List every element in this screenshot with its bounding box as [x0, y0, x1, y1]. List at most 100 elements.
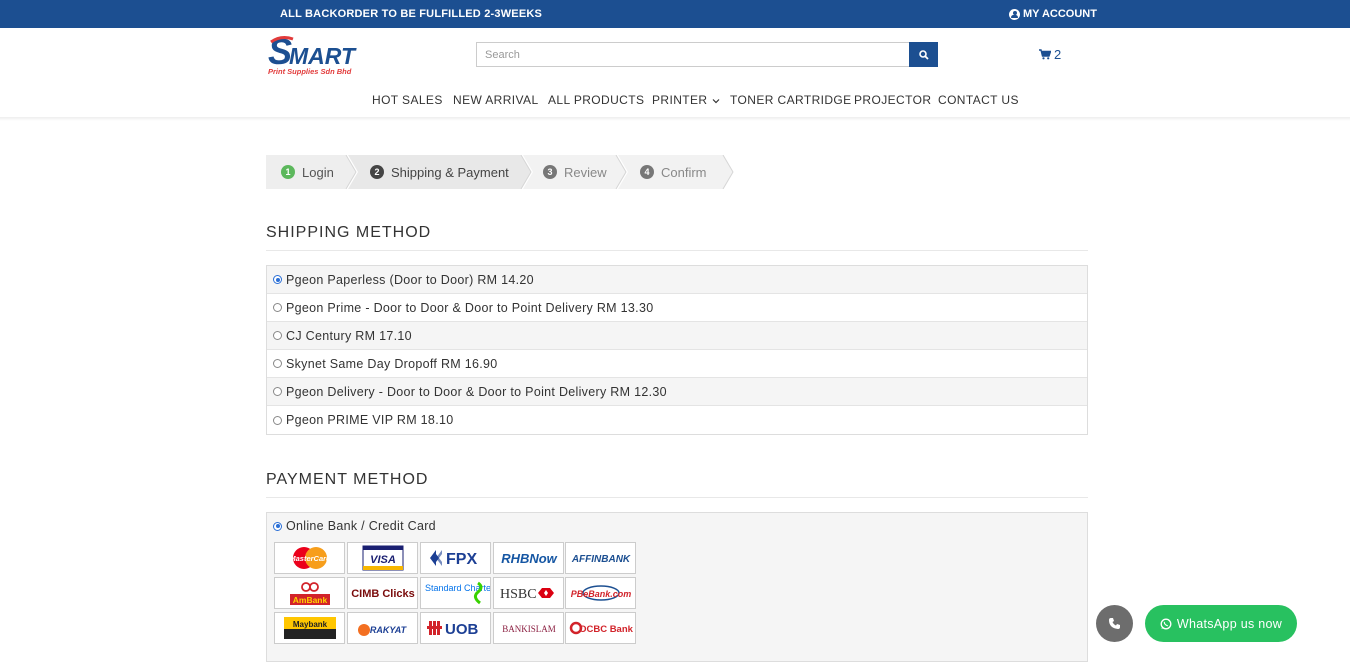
bank-logo-maybank[interactable]: Maybank [274, 612, 345, 644]
svg-text:CIMB Clicks: CIMB Clicks [351, 588, 415, 600]
svg-text:OCBC Bank: OCBC Bank [579, 624, 634, 635]
bank-logo-uob[interactable]: UOB [420, 612, 491, 644]
shipping-option-label: Pgeon Paperless (Door to Door) RM 14.20 [286, 272, 534, 287]
svg-text:MasterCard: MasterCard [290, 554, 330, 563]
shipping-radio[interactable] [273, 275, 282, 284]
main-nav: HOT SALES NEW ARRIVAL ALL PRODUCTS PRINT… [0, 90, 1350, 110]
whatsapp-button[interactable]: WhatsApp us now [1145, 605, 1297, 642]
svg-text:AFFINBANK: AFFINBANK [570, 554, 630, 565]
nav-toner-cartridge[interactable]: TONER CARTRIDGE [730, 93, 852, 107]
svg-text:UOB: UOB [445, 621, 479, 638]
bank-logo-hsbc[interactable]: HSBC [493, 577, 564, 609]
shipping-options: Pgeon Paperless (Door to Door) RM 14.20 … [266, 265, 1088, 435]
shipping-option-label: Pgeon Prime - Door to Door & Door to Poi… [286, 300, 654, 315]
step-number: 4 [640, 165, 654, 179]
svg-text:Print Supplies Sdn Bhd: Print Supplies Sdn Bhd [268, 67, 352, 76]
payment-options: Online Bank / Credit Card MasterCard VIS… [266, 512, 1088, 662]
payment-method-title: PAYMENT METHOD [266, 471, 429, 488]
shipping-option[interactable]: Pgeon PRIME VIP RM 18.10 [267, 406, 1087, 434]
payment-option-label: Online Bank / Credit Card [286, 519, 436, 533]
bank-logo-affinbank[interactable]: AFFINBANK [565, 542, 636, 574]
search-bar [476, 42, 938, 67]
cart-count: 2 [1054, 47, 1062, 62]
phone-icon [1109, 618, 1120, 629]
step-confirm: 4 Confirm [640, 155, 707, 189]
bank-logo-cimb-clicks[interactable]: CIMB Clicks [347, 577, 418, 609]
cart-icon [1039, 49, 1051, 60]
shipping-method-title: SHIPPING METHOD [266, 224, 432, 241]
site-logo[interactable]: S MART Print Supplies Sdn Bhd [267, 33, 371, 77]
svg-text:AmBank: AmBank [292, 595, 327, 605]
nav-hot-sales[interactable]: HOT SALES [372, 93, 443, 107]
shipping-option-label: CJ Century RM 17.10 [286, 328, 412, 343]
bank-logo-pbebank[interactable]: PBeBank.com [565, 577, 636, 609]
svg-text:HSBC: HSBC [500, 587, 537, 602]
shipping-option-label: Pgeon PRIME VIP RM 18.10 [286, 413, 454, 427]
my-account-link[interactable]: MY ACCOUNT [1009, 8, 1097, 20]
shipping-radio[interactable] [273, 303, 282, 312]
step-login[interactable]: 1 Login [281, 155, 334, 189]
svg-text:RHBNow: RHBNow [501, 551, 557, 566]
nav-all-products[interactable]: ALL PRODUCTS [548, 93, 644, 107]
shipping-option[interactable]: Pgeon Prime - Door to Door & Door to Poi… [267, 294, 1087, 322]
shipping-option-label: Pgeon Delivery - Door to Door & Door to … [286, 384, 667, 399]
svg-text:Maybank: Maybank [292, 620, 327, 629]
shipping-option-label: Skynet Same Day Dropoff RM 16.90 [286, 356, 498, 371]
bank-logo-rhbnow[interactable]: RHBNow [493, 542, 564, 574]
section-divider [266, 250, 1088, 251]
section-divider [266, 497, 1088, 498]
step-label: Shipping & Payment [391, 164, 509, 180]
nav-printer[interactable]: PRINTER [652, 93, 720, 107]
shipping-option[interactable]: Pgeon Delivery - Door to Door & Door to … [267, 378, 1087, 406]
search-input[interactable] [476, 42, 909, 67]
user-circle-icon [1009, 8, 1020, 20]
step-shipping-payment: 2 Shipping & Payment [370, 155, 509, 189]
step-label: Confirm [661, 164, 707, 180]
bank-logo-rakyat[interactable]: RAKYAT [347, 612, 418, 644]
shipping-radio[interactable] [273, 359, 282, 368]
shipping-radio[interactable] [273, 331, 282, 340]
svg-text:BANKISLAM: BANKISLAM [502, 624, 556, 634]
svg-text:FPX: FPX [446, 551, 477, 568]
payment-radio[interactable] [273, 521, 282, 531]
payment-option-online-bank[interactable]: Online Bank / Credit Card [273, 519, 436, 533]
nav-new-arrival[interactable]: NEW ARRIVAL [453, 93, 539, 107]
bank-logo-fpx[interactable]: FPX [420, 542, 491, 574]
my-account-label: MY ACCOUNT [1023, 8, 1097, 20]
checkout-steps: 1 Login 2 Shipping & Payment 3 Review 4 … [266, 155, 736, 189]
svg-text:PBeBank.com: PBeBank.com [570, 589, 631, 599]
search-button[interactable] [909, 42, 938, 67]
svg-text:RAKYAT: RAKYAT [369, 625, 407, 635]
shipping-radio[interactable] [273, 415, 282, 425]
whatsapp-icon [1160, 618, 1172, 629]
bank-logo-bank-islam[interactable]: BANKISLAM [493, 612, 564, 644]
chevron-down-icon [712, 99, 720, 104]
search-icon [918, 49, 929, 60]
bank-logo-mastercard[interactable]: MasterCard [274, 542, 345, 574]
step-label: Review [564, 164, 607, 180]
svg-text:MART: MART [289, 43, 357, 69]
nav-divider [0, 117, 1350, 121]
nav-printer-label: PRINTER [652, 93, 708, 107]
backorder-notice: ALL BACKORDER TO BE FULFILLED 2-3WEEKS [280, 8, 543, 20]
bank-logo-ocbc[interactable]: OCBC Bank [565, 612, 636, 644]
whatsapp-label: WhatsApp us now [1176, 616, 1283, 631]
nav-projector[interactable]: PROJECTOR [854, 93, 931, 107]
bank-logo-ambank[interactable]: AmBank [274, 577, 345, 609]
shipping-radio[interactable] [273, 387, 282, 396]
bank-logo-visa[interactable]: VISA [347, 542, 418, 574]
bank-logo-standard-chartered[interactable]: Standard Chartered [420, 577, 491, 609]
step-review: 3 Review [543, 155, 607, 189]
top-bar: ALL BACKORDER TO BE FULFILLED 2-3WEEKS M… [0, 0, 1350, 28]
cart-link[interactable]: 2 [1039, 47, 1061, 62]
step-number: 2 [370, 165, 384, 179]
nav-contact-us[interactable]: CONTACT US [938, 93, 1019, 107]
step-number: 1 [281, 165, 295, 179]
step-label: Login [302, 164, 334, 180]
svg-text:VISA: VISA [370, 554, 396, 566]
shipping-option[interactable]: Pgeon Paperless (Door to Door) RM 14.20 [267, 266, 1087, 294]
call-button[interactable] [1096, 605, 1133, 642]
shipping-option[interactable]: Skynet Same Day Dropoff RM 16.90 [267, 350, 1087, 378]
step-number: 3 [543, 165, 557, 179]
shipping-option[interactable]: CJ Century RM 17.10 [267, 322, 1087, 350]
